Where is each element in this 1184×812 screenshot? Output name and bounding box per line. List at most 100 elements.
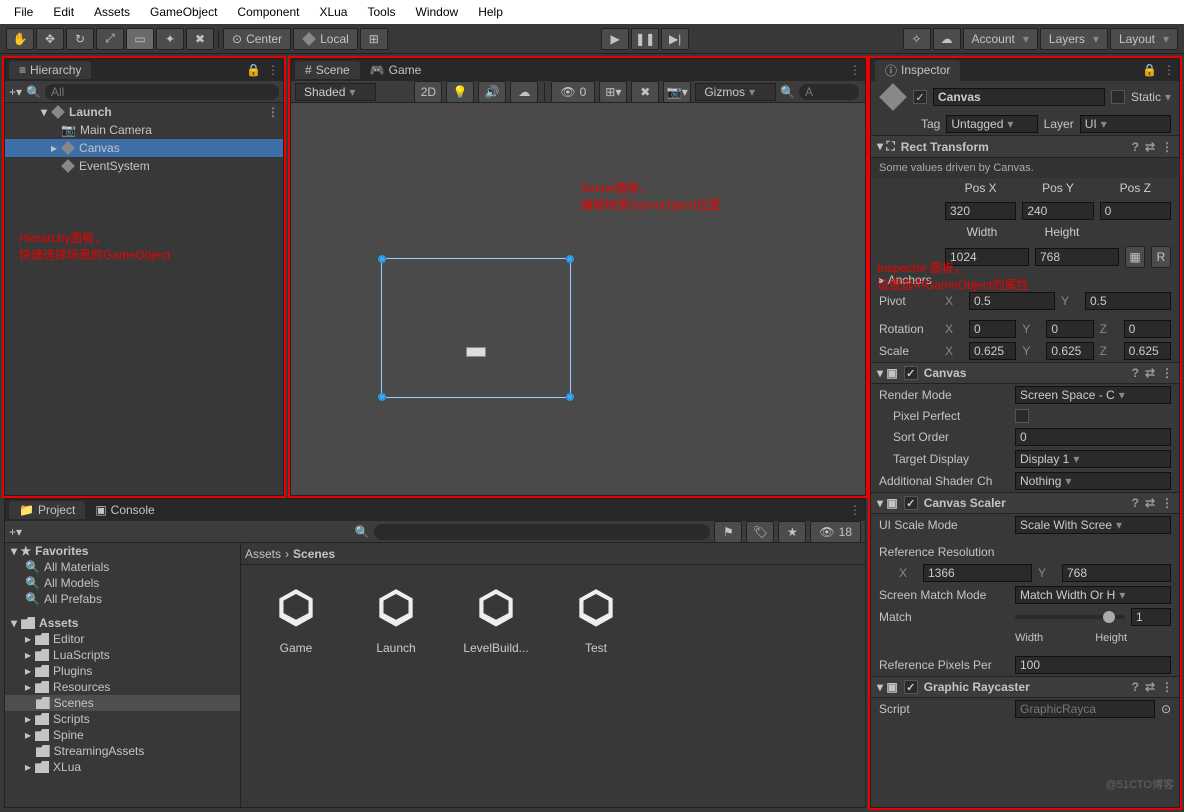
breadcrumb-assets[interactable]: Assets (245, 547, 281, 561)
static-dropdown[interactable]: Static (1131, 90, 1171, 104)
pivot-center[interactable]: ⊙Center (223, 28, 291, 50)
shading-dropdown[interactable]: Shaded (295, 83, 376, 101)
fx-toggle-icon[interactable]: ☁ (510, 81, 538, 103)
folder-editor[interactable]: ▸ Editor (5, 631, 240, 647)
play-button[interactable]: ▶ (601, 28, 629, 50)
hidden-count[interactable]: 👁18 (810, 521, 861, 543)
hand-tool[interactable]: ✋ (6, 28, 34, 50)
gizmos-dropdown[interactable]: Gizmos (695, 83, 776, 101)
scale-z[interactable] (1124, 342, 1171, 360)
create-dropdown[interactable]: +▾ (9, 525, 22, 539)
asset-item-levelbuild[interactable]: LevelBuild... (461, 585, 531, 655)
static-checkbox[interactable] (1111, 90, 1125, 104)
fav-all-models[interactable]: 🔍 All Models (5, 575, 240, 591)
preset-icon[interactable]: ⇄ (1145, 680, 1155, 694)
cloud-button[interactable]: ☁ (933, 28, 961, 50)
posx-field[interactable] (945, 202, 1016, 220)
blueprint-icon[interactable]: ▦ (1125, 246, 1145, 268)
favorites-header[interactable]: ▾ ★ Favorites (5, 543, 240, 559)
rect-transform-header[interactable]: ▾ ⛶ Rect Transform?⇄⋮ (871, 135, 1179, 158)
shader-channels-dropdown[interactable]: Nothing (1015, 472, 1171, 490)
preset-icon[interactable]: ⇄ (1145, 366, 1155, 380)
create-dropdown[interactable]: +▾ (9, 85, 22, 99)
fav-all-prefabs[interactable]: 🔍 All Prefabs (5, 591, 240, 607)
pivot-y[interactable] (1085, 292, 1171, 310)
menu-gameobject[interactable]: GameObject (140, 0, 227, 24)
canvas-enabled[interactable] (904, 366, 918, 380)
tag-dropdown[interactable]: Untagged (946, 115, 1037, 133)
menu-xlua[interactable]: XLua (309, 0, 357, 24)
posy-field[interactable] (1022, 202, 1093, 220)
grid-snap[interactable]: ⊞ (360, 28, 388, 50)
custom-tool[interactable]: ✖ (186, 28, 214, 50)
account-dropdown[interactable]: Account (963, 28, 1038, 50)
tree-item-canvas[interactable]: ▸ Canvas (5, 139, 283, 157)
sort-order-field[interactable] (1015, 428, 1171, 446)
folder-spine[interactable]: ▸ Spine (5, 727, 240, 743)
name-field[interactable] (933, 88, 1105, 106)
pixel-perfect-checkbox[interactable] (1015, 409, 1029, 423)
camera-settings-icon[interactable]: 📷▾ (663, 81, 691, 103)
ref-pixels-field[interactable] (1015, 656, 1171, 674)
panel-menu-icon[interactable]: ⋮ (1163, 63, 1175, 77)
pause-button[interactable]: ❚❚ (631, 28, 659, 50)
panel-lock-icon[interactable]: 🔒 (1142, 63, 1157, 77)
match-field[interactable] (1131, 608, 1171, 626)
project-tab[interactable]: 📁 Project (9, 501, 85, 519)
star-icon[interactable]: ★ (778, 521, 806, 543)
project-tree[interactable]: ▾ ★ Favorites 🔍 All Materials 🔍 All Mode… (5, 543, 241, 807)
project-search[interactable] (374, 524, 711, 540)
folder-resources[interactable]: ▸ Resources (5, 679, 240, 695)
match-mode-dropdown[interactable]: Match Width Or H (1015, 586, 1171, 604)
ref-res-x[interactable] (923, 564, 1032, 582)
rot-y[interactable] (1046, 320, 1093, 338)
scale-y[interactable] (1046, 342, 1093, 360)
label-icon[interactable]: 🏷 (746, 521, 774, 543)
filter-icon[interactable]: ⚑ (714, 521, 742, 543)
scene-viewport[interactable]: Scene面板，编辑场景GameObject位置 (291, 103, 865, 495)
match-slider[interactable] (1015, 615, 1125, 619)
transform-tool[interactable]: ✦ (156, 28, 184, 50)
canvas-gizmo[interactable] (381, 258, 571, 398)
tools-icon[interactable]: ✖ (631, 81, 659, 103)
asset-item-launch[interactable]: Launch (361, 585, 431, 655)
scene-menu-icon[interactable]: ⋮ (267, 105, 279, 119)
inspector-tab[interactable]: ⓘ Inspector (875, 60, 960, 81)
hierarchy-tab[interactable]: ≡ Hierarchy (9, 61, 91, 79)
folder-xlua[interactable]: ▸ XLua (5, 759, 240, 775)
asset-item-game[interactable]: Game (261, 585, 331, 655)
rotate-tool[interactable]: ↻ (66, 28, 94, 50)
handle-tl[interactable] (378, 255, 386, 263)
active-checkbox[interactable] (913, 90, 927, 104)
panel-lock-icon[interactable]: 🔒 (246, 63, 261, 77)
menu-help[interactable]: Help (468, 0, 513, 24)
menu-assets[interactable]: Assets (84, 0, 140, 24)
scene-row[interactable]: ▾ Launch⋮ (5, 103, 283, 121)
layout-dropdown[interactable]: Layout (1110, 28, 1178, 50)
object-picker-icon[interactable]: ⊙ (1161, 702, 1171, 716)
menu-window[interactable]: Window (406, 0, 469, 24)
raycaster-enabled[interactable] (904, 680, 918, 694)
layer-dropdown[interactable]: UI (1080, 115, 1171, 133)
preset-icon[interactable]: ⇄ (1145, 140, 1155, 154)
console-tab[interactable]: ▣ Console (85, 501, 164, 519)
menu-component[interactable]: Component (227, 0, 309, 24)
handle-bl[interactable] (378, 393, 386, 401)
rect-tool[interactable]: ▭ (126, 28, 154, 50)
ui-scale-mode-dropdown[interactable]: Scale With Scree (1015, 516, 1171, 534)
handle-tr[interactable] (566, 255, 574, 263)
scene-tab[interactable]: # Scene (295, 61, 360, 79)
canvas-header[interactable]: ▾ ▣ Canvas?⇄⋮ (871, 362, 1179, 384)
folder-streamingassets[interactable]: StreamingAssets (5, 743, 240, 759)
layers-dropdown[interactable]: Layers (1040, 28, 1108, 50)
target-display-dropdown[interactable]: Display 1 (1015, 450, 1171, 468)
menu-icon[interactable]: ⋮ (1161, 496, 1173, 510)
folder-scripts[interactable]: ▸ Scripts (5, 711, 240, 727)
menu-file[interactable]: File (4, 0, 43, 24)
ref-res-y[interactable] (1062, 564, 1171, 582)
help-icon[interactable]: ? (1132, 366, 1139, 380)
handle-br[interactable] (566, 393, 574, 401)
panel-menu-icon[interactable]: ⋮ (849, 63, 861, 77)
folder-luascripts[interactable]: ▸ LuaScripts (5, 647, 240, 663)
height-field[interactable] (1035, 248, 1119, 266)
